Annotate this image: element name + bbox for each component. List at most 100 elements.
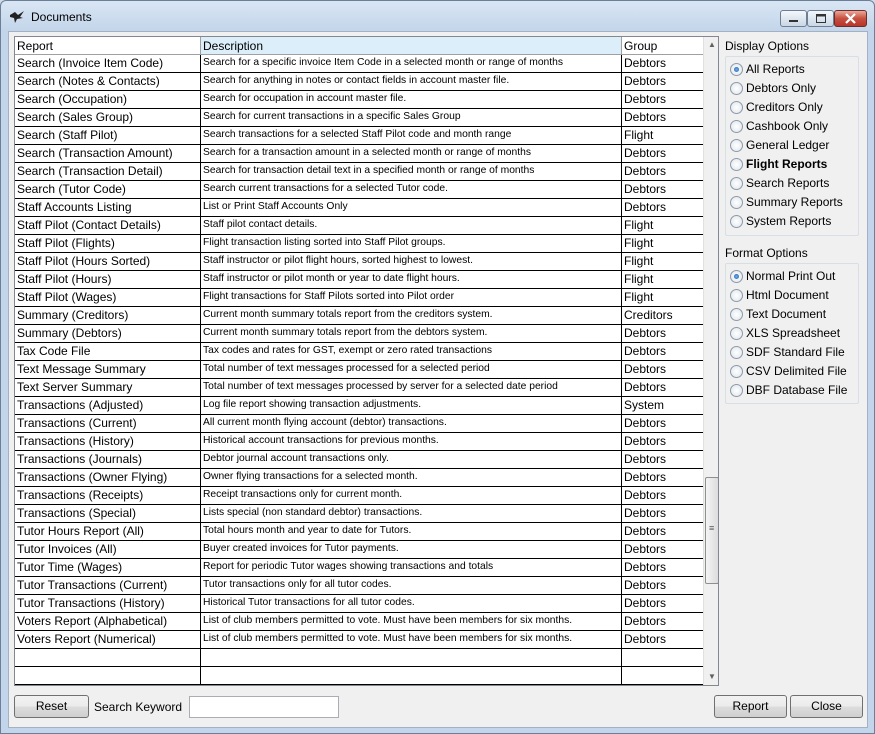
cell-group: Flight	[624, 254, 654, 268]
display-option[interactable]: General Ledger	[726, 136, 858, 155]
radio-button[interactable]	[730, 289, 743, 302]
table-row[interactable]: Staff Accounts Listing List or Print Staf…	[15, 199, 703, 217]
table-row[interactable]: Transactions (Receipts) Receipt transacti…	[15, 487, 703, 505]
table-row[interactable]: Transactions (Adjusted) Log file report s…	[15, 397, 703, 415]
table-row[interactable]: Search (Transaction Detail) Search for tr…	[15, 163, 703, 181]
scrollbar-thumb[interactable]: ≡	[705, 477, 718, 584]
table-row[interactable]: Staff Pilot (Wages) Flight transactions f…	[15, 289, 703, 307]
column-header-report[interactable]: Report	[15, 37, 201, 55]
format-options-group: Normal Print Out Html Document Text Docume…	[725, 263, 859, 404]
vertical-scrollbar[interactable]: ▲ ≡ ▼	[703, 37, 718, 685]
format-option[interactable]: SDF Standard File	[726, 343, 858, 362]
format-option[interactable]: XLS Spreadsheet	[726, 324, 858, 343]
table-row[interactable]: Transactions (Special) Lists special (non…	[15, 505, 703, 523]
radio-button[interactable]	[730, 327, 743, 340]
table-row[interactable]: Search (Occupation) Search for occupation…	[15, 91, 703, 109]
radio-button[interactable]	[730, 384, 743, 397]
cell-description: Staff instructor or pilot flight hours, …	[201, 253, 622, 270]
report-button-label: Report	[732, 699, 769, 713]
radio-button[interactable]	[730, 177, 743, 190]
table-row[interactable]: Transactions (Journals) Debtor journal ac…	[15, 451, 703, 469]
table-row[interactable]: Staff Pilot (Hours) Staff instructor or p…	[15, 271, 703, 289]
radio-button[interactable]	[730, 139, 743, 152]
radio-button[interactable]	[730, 63, 743, 76]
table-row[interactable]: Voters Report (Numerical) List of club me…	[15, 631, 703, 649]
radio-button[interactable]	[730, 308, 743, 321]
display-option[interactable]: Search Reports	[726, 174, 858, 193]
radio-button[interactable]	[730, 82, 743, 95]
table-row[interactable]	[15, 649, 703, 667]
radio-button[interactable]	[730, 196, 743, 209]
table-row[interactable]: Text Message Summary Total number of text…	[15, 361, 703, 379]
scroll-down-arrow-icon[interactable]: ▼	[704, 669, 718, 685]
display-option[interactable]: Creditors Only	[726, 98, 858, 117]
display-option[interactable]: All Reports	[726, 60, 858, 79]
display-option[interactable]: Summary Reports	[726, 193, 858, 212]
table-row[interactable]: Tutor Invoices (All) Buyer created invoic…	[15, 541, 703, 559]
table-row[interactable]: Summary (Creditors) Current month summary…	[15, 307, 703, 325]
cell-group: Flight	[624, 128, 654, 142]
table-row[interactable]: Tutor Hours Report (All) Total hours mont…	[15, 523, 703, 541]
format-option[interactable]: DBF Database File	[726, 381, 858, 400]
cell-group: Debtors	[624, 92, 667, 106]
display-option-label: Search Reports	[746, 176, 830, 190]
title-bar[interactable]: Documents	[1, 1, 874, 31]
table-row[interactable]: Search (Sales Group) Search for current t…	[15, 109, 703, 127]
display-option[interactable]: Flight Reports	[726, 155, 858, 174]
display-option[interactable]: Cashbook Only	[726, 117, 858, 136]
table-row[interactable]: Tutor Transactions (Current) Tutor transa…	[15, 577, 703, 595]
cell-report: Transactions (Journals)	[15, 451, 201, 468]
radio-button[interactable]	[730, 365, 743, 378]
table-row[interactable]: Text Server Summary Total number of text …	[15, 379, 703, 397]
table-row[interactable]: Search (Transaction Amount) Search for a …	[15, 145, 703, 163]
minimize-button[interactable]	[780, 10, 807, 27]
close-window-button[interactable]	[834, 10, 867, 27]
table-row[interactable]: Tax Code File Tax codes and rates for GST…	[15, 343, 703, 361]
format-option[interactable]: Html Document	[726, 286, 858, 305]
format-option[interactable]: CSV Delimited File	[726, 362, 858, 381]
radio-button[interactable]	[730, 346, 743, 359]
cell-group: Debtors	[624, 326, 667, 340]
reset-button[interactable]: Reset	[14, 695, 89, 718]
table-row[interactable]: Search (Invoice Item Code) Search for a s…	[15, 55, 703, 73]
display-option[interactable]: System Reports	[726, 212, 858, 231]
cell-description: Historical Tutor transactions for all tu…	[201, 595, 622, 612]
table-row[interactable]: Voters Report (Alphabetical) List of club…	[15, 613, 703, 631]
table-row[interactable]: Search (Staff Pilot) Search transactions …	[15, 127, 703, 145]
radio-button[interactable]	[730, 158, 743, 171]
cell-report: Search (Sales Group)	[15, 109, 201, 126]
scroll-up-arrow-icon[interactable]: ▲	[704, 37, 718, 53]
report-button[interactable]: Report	[714, 695, 787, 718]
column-header-description[interactable]: Description	[201, 37, 622, 55]
table-row[interactable]: Search (Tutor Code) Search current transa…	[15, 181, 703, 199]
table-row[interactable]: Staff Pilot (Contact Details) Staff pilot…	[15, 217, 703, 235]
table-row[interactable]: Staff Pilot (Hours Sorted) Staff instruct…	[15, 253, 703, 271]
table-row[interactable]: Tutor Transactions (History) Historical T…	[15, 595, 703, 613]
radio-button[interactable]	[730, 120, 743, 133]
table-row[interactable]: Transactions (Owner Flying) Owner flying …	[15, 469, 703, 487]
table-row[interactable]: Summary (Debtors) Current month summary t…	[15, 325, 703, 343]
table-row[interactable]: Tutor Time (Wages) Report for periodic Tu…	[15, 559, 703, 577]
table-row[interactable]: Search (Notes & Contacts) Search for anyt…	[15, 73, 703, 91]
cell-report: Tax Code File	[15, 343, 201, 360]
column-header-group[interactable]: Group	[622, 37, 703, 55]
table-row[interactable]: Staff Pilot (Flights) Flight transaction …	[15, 235, 703, 253]
cell-group: Debtors	[624, 452, 667, 466]
display-option[interactable]: Debtors Only	[726, 79, 858, 98]
display-options-group: All Reports Debtors Only Creditors Only Cas…	[725, 56, 859, 236]
table-row[interactable]: Transactions (Current) All current month …	[15, 415, 703, 433]
table-row[interactable]	[15, 667, 703, 685]
format-option[interactable]: Text Document	[726, 305, 858, 324]
radio-button[interactable]	[730, 215, 743, 228]
display-option-label: Flight Reports	[746, 157, 828, 171]
reports-grid: Report Description Group Search (Invoice…	[14, 36, 719, 686]
cell-report: Transactions (History)	[15, 433, 201, 450]
radio-button[interactable]	[730, 101, 743, 114]
cell-description: List of club members permitted to vote. …	[201, 613, 622, 630]
search-keyword-input[interactable]	[189, 696, 339, 718]
close-button[interactable]: Close	[790, 695, 863, 718]
table-row[interactable]: Transactions (History) Historical account…	[15, 433, 703, 451]
format-option[interactable]: Normal Print Out	[726, 267, 858, 286]
maximize-button[interactable]	[807, 10, 834, 27]
radio-button[interactable]	[730, 270, 743, 283]
